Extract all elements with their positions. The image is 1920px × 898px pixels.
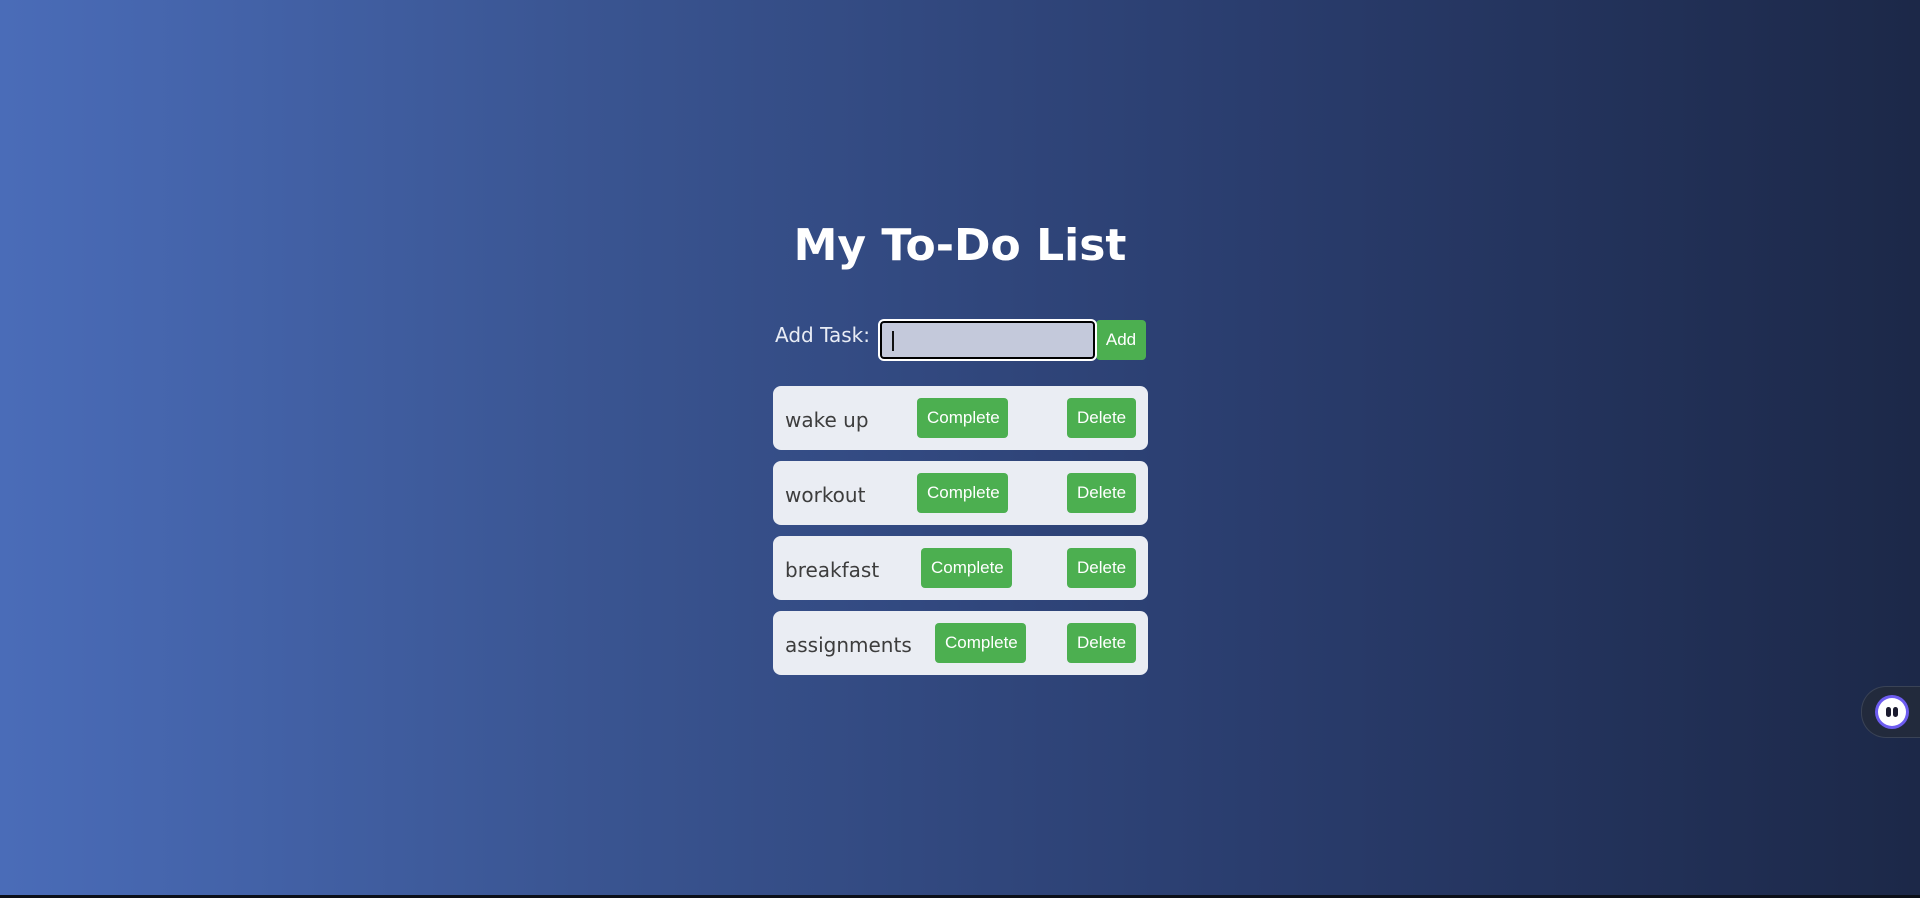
task-item: breakfast Complete Delete (773, 536, 1148, 600)
delete-button[interactable]: Delete (1067, 473, 1136, 513)
delete-button[interactable]: Delete (1067, 623, 1136, 663)
eye-icon (1886, 707, 1891, 717)
complete-button[interactable]: Complete (917, 473, 1008, 513)
assistant-bot-icon (1878, 698, 1906, 726)
task-item: assignments Complete Delete (773, 611, 1148, 675)
text-caret (891, 331, 894, 351)
task-text: breakfast (785, 558, 880, 582)
assistant-launcher[interactable] (1861, 686, 1920, 738)
add-button[interactable]: Add (1095, 320, 1146, 360)
add-task-row: Add Task: Add (775, 319, 1146, 361)
complete-button[interactable]: Complete (921, 548, 1012, 588)
add-task-label: Add Task: (775, 323, 870, 347)
task-input[interactable] (877, 319, 1097, 361)
task-list: wake up Complete Delete workout Complete… (773, 386, 1148, 686)
delete-button[interactable]: Delete (1067, 398, 1136, 438)
task-text: wake up (785, 408, 869, 432)
complete-button[interactable]: Complete (917, 398, 1008, 438)
eye-icon (1893, 707, 1898, 717)
delete-button[interactable]: Delete (1067, 548, 1136, 588)
page-title: My To-Do List (793, 220, 1127, 271)
complete-button[interactable]: Complete (935, 623, 1026, 663)
task-text: workout (785, 483, 866, 507)
task-text: assignments (785, 633, 912, 657)
task-item: wake up Complete Delete (773, 386, 1148, 450)
task-item: workout Complete Delete (773, 461, 1148, 525)
